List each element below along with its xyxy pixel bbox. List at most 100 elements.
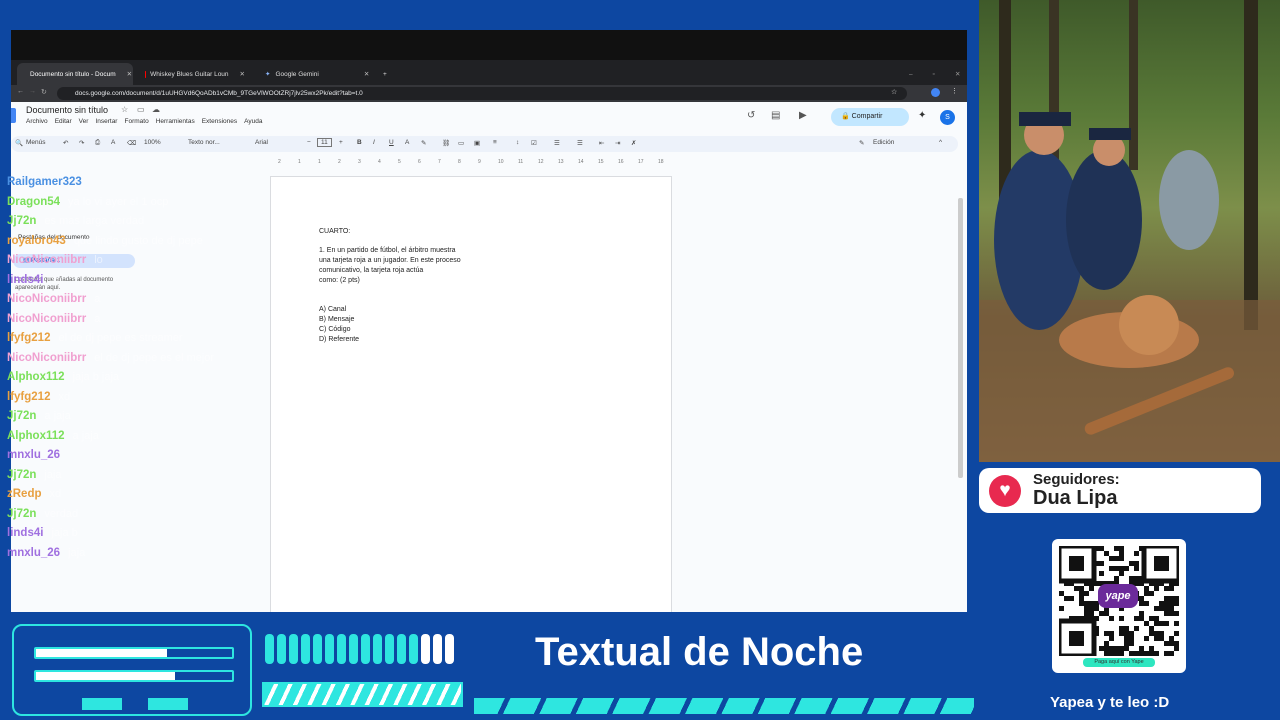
pencil-icon: ✎: [859, 140, 865, 147]
ruler-tick-label: 18: [658, 159, 664, 164]
menu-item[interactable]: Insertar: [95, 118, 117, 125]
zoom-select[interactable]: 100%: [144, 139, 161, 146]
menu-item[interactable]: Ver: [79, 118, 89, 125]
avatar[interactable]: S: [940, 110, 955, 125]
hud-pill: [289, 634, 298, 664]
align-icon[interactable]: ≡: [493, 139, 497, 146]
menu-item[interactable]: Formato: [124, 118, 148, 125]
heart-icon: ♥: [989, 475, 1021, 507]
menu-icon[interactable]: ⋮: [951, 87, 958, 95]
chat-username: mnxlu_26: [7, 546, 61, 559]
font-size-increase-icon[interactable]: +: [339, 139, 343, 146]
menu-item[interactable]: Editar: [55, 118, 72, 125]
style-select[interactable]: Texto nor...: [188, 139, 220, 146]
link-icon[interactable]: ⛓: [442, 139, 450, 147]
option-a: A) Canal: [319, 306, 347, 313]
search-icon[interactable]: 🔍: [15, 139, 23, 147]
forward-icon[interactable]: →: [29, 88, 36, 95]
chat-username: linds4i: [7, 273, 44, 286]
close-icon[interactable]: ✕: [364, 70, 369, 78]
menu-item[interactable]: Archivo: [26, 118, 48, 125]
document-title[interactable]: Documento sin título: [26, 105, 108, 115]
followers-label: Seguidores:: [1033, 471, 1120, 488]
chat-username: NicoNiconiibrr: [7, 312, 87, 325]
tab-youtube[interactable]: Whiskey Blues Guitar Loun ✕: [137, 63, 253, 85]
numbered-list-icon[interactable]: ☰: [577, 139, 583, 147]
line-spacing-icon[interactable]: ↕: [516, 139, 519, 146]
chat-message: linds4i si: [7, 274, 59, 286]
chat-username: zRedp: [7, 488, 42, 500]
history-icon[interactable]: ↺: [747, 110, 755, 121]
chat-text: si: [51, 273, 60, 286]
menu-item[interactable]: Herramientas: [156, 118, 195, 125]
progress-fill-1: [36, 649, 168, 657]
paint-format-icon[interactable]: ⌫: [127, 139, 136, 147]
spellcheck-icon[interactable]: A: [111, 139, 115, 146]
image-icon[interactable]: ▣: [474, 139, 480, 147]
hud-pill: [421, 634, 430, 664]
text-color-icon[interactable]: A: [405, 139, 409, 146]
document-page[interactable]: CUARTO: 1. En un partido de fútbol, el á…: [270, 176, 672, 612]
hud-pill: [301, 634, 310, 664]
star-icon[interactable]: ☆: [891, 88, 897, 96]
close-icon[interactable]: ✕: [127, 70, 132, 78]
undo-icon[interactable]: ↶: [63, 139, 68, 147]
font-size-decrease-icon[interactable]: −: [307, 139, 311, 146]
back-icon[interactable]: ←: [17, 88, 24, 95]
gemini-favicon-icon: ✦: [265, 71, 271, 78]
chevron-up-icon[interactable]: ^: [939, 139, 942, 146]
underline-icon[interactable]: U: [389, 139, 394, 146]
font-select[interactable]: Arial: [255, 139, 268, 146]
share-button[interactable]: 🔒 Compartir: [831, 108, 909, 126]
minimize-icon[interactable]: –: [909, 71, 913, 78]
url-field[interactable]: docs.google.com/document/d/1uUHGVd6QoADb…: [57, 87, 907, 100]
print-icon[interactable]: ⎙: [95, 139, 100, 147]
tab-docs[interactable]: Documento sin título - Docum ✕: [17, 63, 133, 85]
close-window-icon[interactable]: ✕: [955, 70, 960, 78]
folder-icon[interactable]: ▭: [137, 105, 145, 114]
font-size-input[interactable]: 11: [317, 138, 332, 147]
maximize-icon[interactable]: ▫: [933, 71, 935, 78]
chat-message: NicoNiconiibrr a: [7, 313, 100, 325]
menu-item[interactable]: Extensiones: [202, 118, 237, 125]
menu-item[interactable]: Ayuda: [244, 118, 262, 125]
indent-decrease-icon[interactable]: ⇤: [599, 139, 604, 147]
reload-icon[interactable]: ↻: [41, 88, 47, 96]
scrollbar[interactable]: [958, 198, 963, 478]
chat-username: Jj72n: [7, 468, 37, 481]
italic-icon[interactable]: I: [373, 139, 375, 146]
profile-icon[interactable]: [931, 88, 940, 97]
comments-icon[interactable]: ▤: [771, 110, 780, 121]
chat-username: Jj72n: [7, 215, 37, 227]
indent-increase-icon[interactable]: ⇥: [615, 139, 620, 147]
tab-gemini[interactable]: ✦ Google Gemini ✕: [257, 63, 373, 85]
meet-icon[interactable]: ▶: [799, 110, 807, 121]
star-icon[interactable]: ☆: [121, 105, 128, 114]
close-icon[interactable]: ✕: [240, 70, 245, 78]
chat-username: NicoNiconiibrr: [7, 254, 87, 266]
window-controls[interactable]: – ▫ ✕: [901, 63, 967, 85]
highlight-icon[interactable]: ✎: [421, 139, 426, 147]
chat-text: a jaja: [44, 410, 71, 422]
chat-message: Railgamer323: [7, 176, 82, 188]
new-tab-button[interactable]: +: [375, 63, 395, 85]
bold-icon[interactable]: B: [357, 139, 362, 146]
menus-search[interactable]: Menús: [26, 139, 46, 146]
bullet-list-icon[interactable]: ☰: [554, 139, 560, 147]
mode-select[interactable]: Edición: [873, 139, 894, 146]
option-b: B) Mensaje: [319, 316, 355, 323]
clear-format-icon[interactable]: ✗: [631, 139, 636, 147]
gemini-icon[interactable]: ✦: [918, 110, 926, 121]
hud-pill: [433, 634, 442, 664]
checklist-icon[interactable]: ☑: [531, 139, 537, 147]
chat-message: Dragon54 ya lo vi ayer el 1 ocp: [7, 196, 168, 208]
ruler-tick-label: 8: [458, 159, 461, 164]
docs-header: Documento sin título ☆ ▭ ☁ Archivo Edita…: [11, 102, 967, 134]
ruler-tick-label: 4: [378, 159, 381, 164]
hud-pill: [349, 634, 358, 664]
cloud-icon[interactable]: ☁: [152, 105, 160, 114]
hud-pill: [373, 634, 382, 664]
comment-icon[interactable]: ▭: [458, 139, 464, 147]
chat-text: xd: [58, 390, 71, 403]
redo-icon[interactable]: ↷: [79, 139, 84, 147]
